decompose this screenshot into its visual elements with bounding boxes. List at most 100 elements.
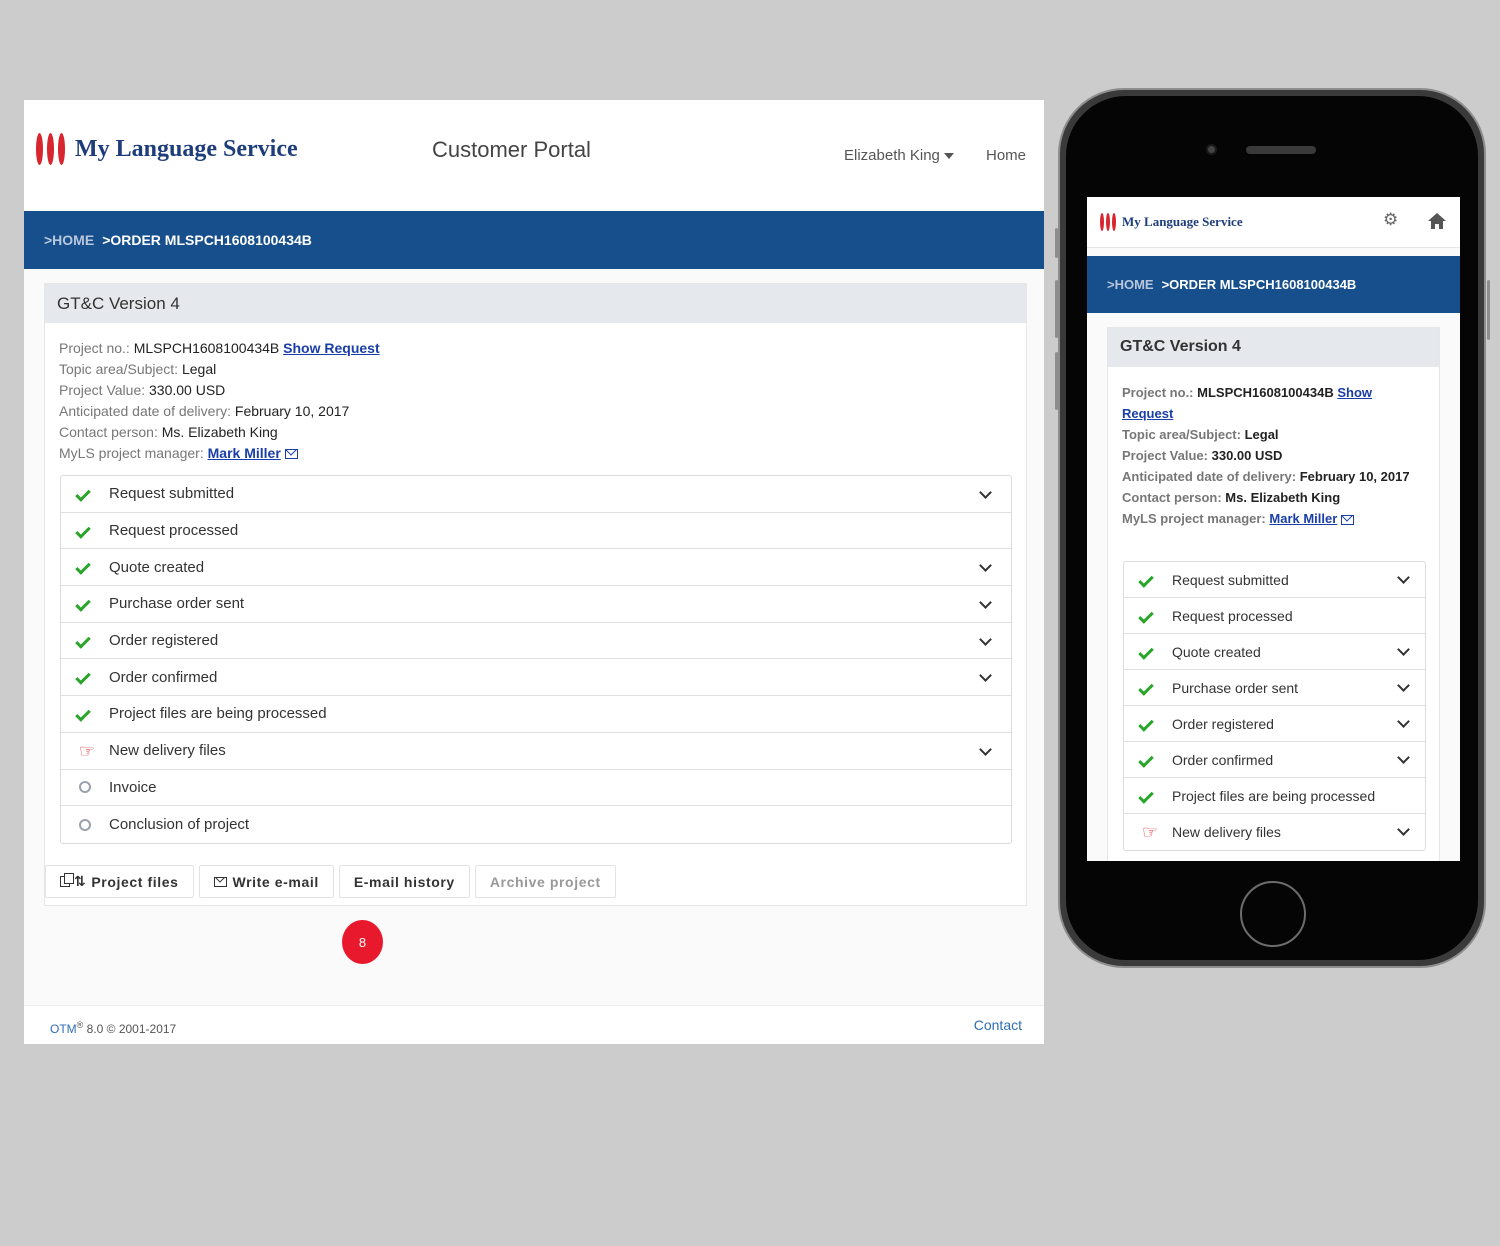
info-topic: Topic area/Subject: Legal bbox=[1122, 427, 1279, 442]
caret-down-icon bbox=[943, 153, 954, 160]
step-status bbox=[75, 669, 109, 686]
check-icon bbox=[1138, 787, 1154, 804]
write-email-button[interactable]: Write e-mail bbox=[198, 865, 334, 898]
check-icon bbox=[75, 486, 91, 502]
step-row[interactable]: Quote created bbox=[1124, 634, 1425, 670]
chevron-down-icon[interactable] bbox=[979, 486, 992, 499]
step-row: Project files are being processed bbox=[1124, 778, 1425, 814]
home-link[interactable]: Home bbox=[986, 147, 1026, 164]
info-value: Project Value: 330.00 USD bbox=[59, 382, 226, 398]
step-status bbox=[1138, 607, 1172, 624]
step-row[interactable]: Order registered bbox=[1124, 706, 1425, 742]
step-status: ☞ bbox=[77, 742, 109, 760]
chevron-down-icon[interactable] bbox=[1397, 643, 1410, 656]
step-status bbox=[1138, 643, 1172, 660]
card-title: GT&C Version 4 bbox=[45, 284, 1026, 323]
check-icon bbox=[75, 559, 91, 575]
mobile-project-info: Project no.: MLSPCH1608100434B Show Requ… bbox=[1122, 382, 1422, 529]
mail-icon[interactable] bbox=[284, 449, 298, 460]
step-row[interactable]: Order registered bbox=[61, 623, 1011, 660]
check-icon bbox=[1138, 607, 1154, 624]
step-status bbox=[77, 818, 109, 831]
step-label: Invoice bbox=[109, 778, 157, 796]
desktop-window: My Language Service Customer Portal Eliz… bbox=[24, 100, 1044, 1044]
phone-screen: My Language Service ⚙ >HOME >ORDER MLSPC… bbox=[1087, 197, 1460, 861]
volume-up-button bbox=[1055, 280, 1058, 338]
logo-bars-icon bbox=[36, 133, 65, 165]
step-row[interactable]: Order confirmed bbox=[61, 659, 1011, 697]
project-info: Project no.: MLSPCH1608100434B Show Requ… bbox=[59, 338, 380, 464]
check-icon bbox=[1138, 571, 1154, 588]
contact-link[interactable]: Contact bbox=[974, 1017, 1022, 1033]
user-menu[interactable]: Elizabeth King bbox=[844, 147, 954, 164]
step-status bbox=[1138, 787, 1172, 804]
copy-icon bbox=[60, 873, 74, 887]
breadcrumb-home[interactable]: >HOME bbox=[1107, 277, 1154, 292]
check-icon bbox=[75, 706, 91, 722]
step-status bbox=[75, 559, 109, 575]
chevron-down-icon[interactable] bbox=[979, 632, 992, 646]
archive-project-button[interactable]: Archive project bbox=[474, 865, 616, 898]
step-status bbox=[75, 706, 109, 722]
breadcrumb-order: >ORDER MLSPCH1608100434B bbox=[102, 232, 312, 248]
notification-badge[interactable]: 8 bbox=[342, 920, 383, 964]
step-row[interactable]: Request submitted bbox=[61, 476, 1011, 513]
step-label: Request submitted bbox=[109, 485, 235, 503]
home-button[interactable] bbox=[1240, 881, 1306, 947]
info-contact: Contact person: Ms. Elizabeth King bbox=[1122, 490, 1341, 505]
project-files-button[interactable]: ⇅ Project files bbox=[45, 865, 194, 898]
step-status bbox=[75, 522, 109, 539]
step-label: Purchase order sent bbox=[1172, 679, 1299, 696]
footer-copyright: OTM® 8.0 © 2001-2017 bbox=[50, 1020, 177, 1036]
gear-icon[interactable]: ⚙ bbox=[1383, 211, 1399, 228]
mobile-brand-logo[interactable]: My Language Service bbox=[1100, 213, 1243, 231]
email-history-button[interactable]: E-mail history bbox=[338, 865, 470, 898]
step-row[interactable]: ☞ New delivery files bbox=[61, 733, 1011, 770]
user-name: Elizabeth King bbox=[844, 147, 940, 164]
step-status: ☞ bbox=[1140, 823, 1172, 841]
step-row[interactable]: Purchase order sent bbox=[1124, 670, 1425, 706]
step-row: Conclusion of project bbox=[61, 806, 1011, 843]
chevron-down-icon[interactable] bbox=[1397, 571, 1410, 584]
step-row[interactable]: Request submitted bbox=[1124, 562, 1425, 598]
info-delivery: Anticipated date of delivery: February 1… bbox=[59, 403, 350, 419]
step-row: Project files are being processed bbox=[61, 696, 1011, 733]
chevron-down-icon[interactable] bbox=[979, 669, 992, 683]
chevron-down-icon[interactable] bbox=[979, 559, 992, 573]
chevron-down-icon[interactable] bbox=[1397, 823, 1410, 836]
mail-icon[interactable] bbox=[1341, 514, 1355, 525]
chevron-down-icon[interactable] bbox=[1397, 679, 1410, 692]
order-card: GT&C Version 4 Project no.: MLSPCH160810… bbox=[44, 283, 1027, 906]
brand-logo[interactable]: My Language Service bbox=[36, 133, 298, 165]
step-row[interactable]: Quote created bbox=[61, 549, 1011, 587]
sort-icon: ⇅ bbox=[74, 873, 87, 889]
home-icon[interactable] bbox=[1427, 211, 1447, 231]
manager-link[interactable]: Mark Miller bbox=[208, 445, 281, 461]
step-row[interactable]: ☞ New delivery files bbox=[1124, 814, 1425, 850]
step-label: Purchase order sent bbox=[109, 595, 245, 613]
step-row[interactable]: Order confirmed bbox=[1124, 742, 1425, 778]
step-row[interactable]: Purchase order sent bbox=[61, 586, 1011, 623]
step-status bbox=[77, 781, 109, 794]
mobile-header: My Language Service ⚙ bbox=[1087, 197, 1460, 248]
step-status bbox=[1138, 715, 1172, 732]
breadcrumb-home[interactable]: >HOME bbox=[44, 232, 94, 248]
chevron-down-icon[interactable] bbox=[1397, 715, 1410, 728]
show-request-link[interactable]: Show Request bbox=[283, 340, 379, 356]
brand-name: My Language Service bbox=[75, 135, 298, 162]
power-button bbox=[1487, 280, 1490, 340]
step-row: Request processed bbox=[1124, 598, 1425, 634]
chevron-down-icon[interactable] bbox=[1397, 751, 1410, 764]
brand-name: My Language Service bbox=[1122, 214, 1243, 229]
info-manager: MyLS project manager: Mark Miller bbox=[59, 443, 380, 464]
step-status bbox=[75, 596, 109, 612]
step-label: Conclusion of project bbox=[109, 816, 250, 834]
manager-link[interactable]: Mark Miller bbox=[1269, 511, 1337, 526]
step-label: Order registered bbox=[109, 632, 219, 650]
chevron-down-icon[interactable] bbox=[979, 742, 992, 756]
chevron-down-icon[interactable] bbox=[979, 596, 992, 609]
mute-switch bbox=[1055, 228, 1058, 258]
speaker-grille bbox=[1246, 146, 1316, 154]
mobile-breadcrumb: >HOME >ORDER MLSPCH1608100434B bbox=[1087, 256, 1460, 313]
check-icon bbox=[75, 596, 91, 612]
